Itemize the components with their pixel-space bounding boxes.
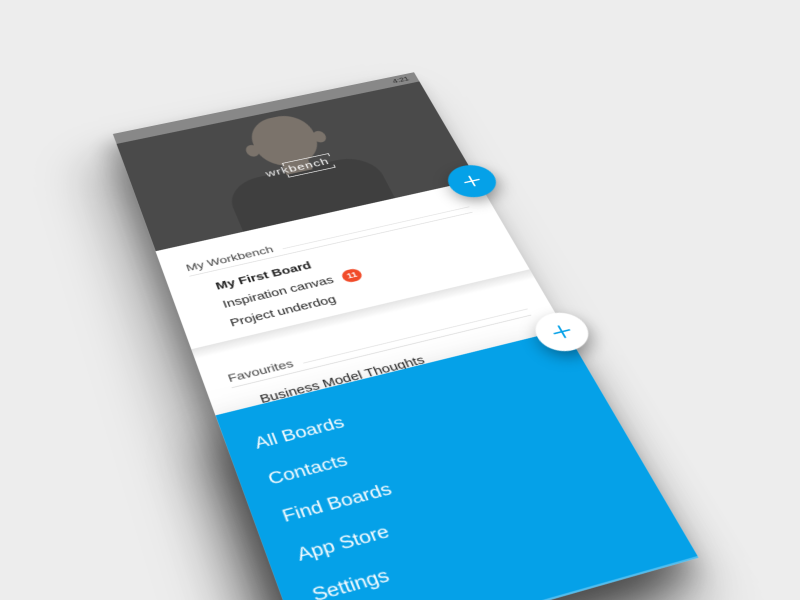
status-time: 4:21 (391, 76, 410, 85)
board-item-business-model-thoughts[interactable]: Business Model Thoughts (257, 322, 546, 410)
list-item-label: Business Model Thoughts (258, 354, 427, 406)
plus-icon (547, 322, 576, 342)
nav-settings[interactable]: Settings (306, 489, 650, 600)
nav-all-boards[interactable]: All Boards (249, 352, 569, 462)
nav-app-store[interactable]: App Store (291, 453, 629, 577)
nav-item-label: All Boards (252, 414, 347, 453)
nav-find-boards[interactable]: Find Boards (276, 418, 607, 537)
nav-contacts[interactable]: Contacts (262, 385, 587, 499)
nav-item-label: Contacts (266, 452, 351, 489)
section-favourites: Favourites Business Model Thoughts Strat… (226, 301, 557, 437)
board-item-strategy-analys[interactable]: Strategy Analys 3 (265, 341, 558, 432)
nav-item-label: Find Boards (280, 480, 395, 526)
bottom-nav-panel: All Boards Contacts Find Boards App Stor… (216, 329, 699, 600)
board-lists: My Workbench My First Board Inspiration … (156, 180, 699, 600)
list-item-label: Strategy Analys (266, 390, 372, 427)
nav-item-label: App Store (294, 523, 392, 566)
device-frame: 4:21 wrkbench My Workbench (113, 72, 699, 600)
section-title-text: Favourites (226, 355, 305, 385)
notification-badge: 11 (340, 267, 365, 283)
plus-icon (459, 173, 485, 190)
notification-badge: 3 (376, 382, 400, 400)
nav-item-label: Settings (310, 566, 393, 600)
